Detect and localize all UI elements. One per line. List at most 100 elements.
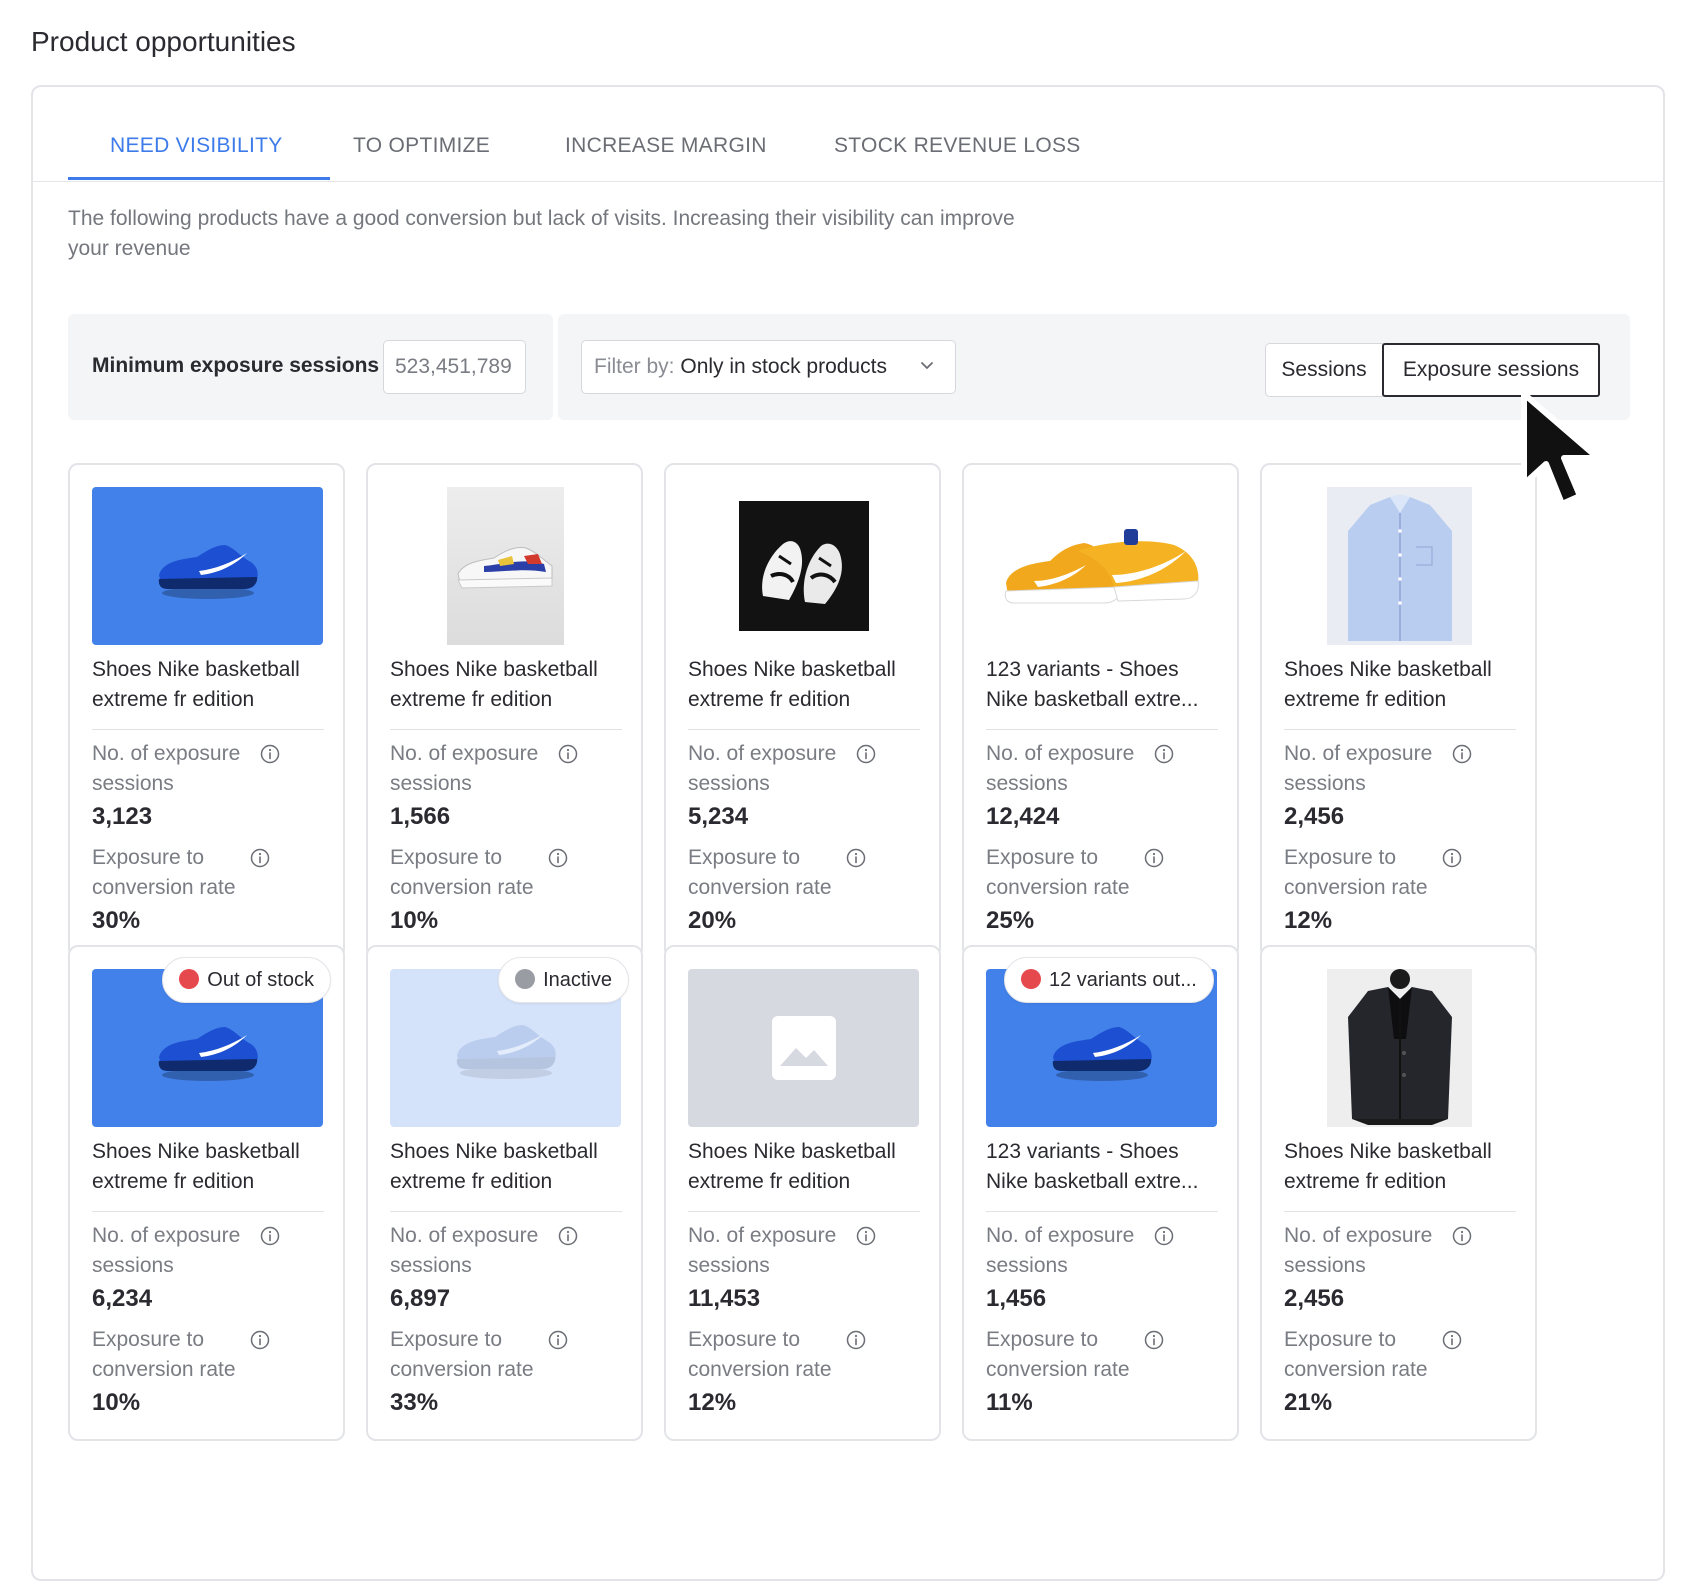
black-coat-image <box>1284 969 1515 1127</box>
exposure-sessions-label: No. of exposure sessions <box>92 742 241 795</box>
product-card[interactable]: Shoes Nike basketball extreme fr edition… <box>68 463 345 959</box>
conversion-rate-value: 30% <box>92 907 141 934</box>
conversion-rate-label: Exposure to conversion rate <box>92 1328 236 1381</box>
info-icon[interactable] <box>558 744 578 764</box>
product-name-text: Shoes Nike basketball extreme fr edition <box>92 1140 300 1193</box>
card-divider <box>92 729 324 730</box>
product-name-text: Shoes Nike basketball extreme fr edition <box>390 658 598 711</box>
product-card[interactable]: Shoes Nike basketball extreme fr edition… <box>664 945 941 1441</box>
product-card[interactable]: 123 variants - Shoes Nike basketball ext… <box>962 463 1239 959</box>
sessions-toggle-button[interactable]: Sessions <box>1265 343 1383 397</box>
info-icon[interactable] <box>1452 1226 1472 1246</box>
status-dot-icon <box>179 969 200 989</box>
product-card[interactable]: Shoes Nike basketball extreme fr edition… <box>366 463 643 959</box>
product-card[interactable]: 12 variants out... 123 variants - Shoes N… <box>962 945 1239 1441</box>
exposure-sessions-value: 2,456 <box>1284 803 1345 830</box>
info-icon[interactable] <box>250 1330 270 1350</box>
conversion-rate-value: 10% <box>92 1389 141 1416</box>
product-name-text: Shoes Nike basketball extreme fr edition <box>688 658 896 711</box>
tab-increase-margin[interactable]: INCREASE MARGIN <box>565 134 767 158</box>
info-icon[interactable] <box>846 848 866 868</box>
tab-bar: NEED VISIBILITY TO OPTIMIZE INCREASE MAR… <box>33 87 1663 182</box>
info-icon[interactable] <box>1144 1330 1164 1350</box>
product-name: Shoes Nike basketball extreme fr edition <box>92 1137 324 1197</box>
conversion-rate-label: Exposure to conversion rate <box>1284 1328 1428 1381</box>
card-divider <box>390 1211 622 1212</box>
product-name: Shoes Nike basketball extreme fr edition <box>390 1137 622 1197</box>
product-name: Shoes Nike basketball extreme fr edition <box>1284 1137 1516 1197</box>
exposure-sessions-value: 11,453 <box>688 1285 761 1312</box>
min-exposure-section: Minimum exposure sessions <box>68 314 553 420</box>
min-exposure-label: Minimum exposure sessions <box>92 354 380 377</box>
product-card[interactable]: Shoes Nike basketball extreme fr edition… <box>664 463 941 959</box>
conversion-rate-label: Exposure to conversion rate <box>688 846 832 899</box>
exposure-sessions-value: 1,456 <box>986 1285 1047 1312</box>
card-divider <box>986 729 1218 730</box>
product-thumbnail <box>1284 487 1515 645</box>
info-icon[interactable] <box>856 1226 876 1246</box>
exposure-sessions-value: 3,123 <box>92 803 153 830</box>
conversion-rate-label: Exposure to conversion rate <box>688 1328 832 1381</box>
info-icon[interactable] <box>548 1330 568 1350</box>
exposure-sessions-label: No. of exposure sessions <box>688 742 837 795</box>
tab-stock-revenue-loss[interactable]: STOCK REVENUE LOSS <box>834 134 1081 158</box>
product-name-text: Shoes Nike basketball extreme fr edition <box>92 658 300 711</box>
conversion-rate-label: Exposure to conversion rate <box>986 1328 1130 1381</box>
variant-count: 123 variants <box>986 658 1101 681</box>
info-icon[interactable] <box>1144 848 1164 868</box>
card-divider <box>92 1211 324 1212</box>
exposure-sessions-value: 5,234 <box>688 803 749 830</box>
conversion-rate-value: 10% <box>390 907 439 934</box>
conversion-rate-value: 21% <box>1284 1389 1333 1416</box>
tab-to-optimize[interactable]: TO OPTIMIZE <box>353 134 490 158</box>
exposure-sessions-label: No. of exposure sessions <box>92 1224 241 1277</box>
product-card[interactable]: Out of stock Shoes Nike basketball extrem… <box>68 945 345 1441</box>
min-exposure-input[interactable] <box>383 340 526 394</box>
tab-need-visibility[interactable]: NEED VISIBILITY <box>110 134 283 158</box>
card-divider <box>688 729 920 730</box>
black-sneaker-image <box>688 487 919 645</box>
exposure-sessions-value: 1,566 <box>390 803 451 830</box>
info-icon[interactable] <box>856 744 876 764</box>
info-icon[interactable] <box>260 744 280 764</box>
exposure-sessions-label: No. of exposure sessions <box>390 742 539 795</box>
filter-value: Only in stock products <box>680 355 887 378</box>
status-dot-icon <box>515 969 536 989</box>
info-icon[interactable] <box>846 1330 866 1350</box>
filter-section: Filter by: Only in stock products Sessio… <box>558 314 1630 420</box>
product-card[interactable]: Shoes Nike basketball extreme fr edition… <box>1260 463 1537 959</box>
info-icon[interactable] <box>1154 1226 1174 1246</box>
conversion-rate-value: 12% <box>1284 907 1333 934</box>
status-badge: Out of stock <box>162 957 331 1003</box>
filter-bar: Minimum exposure sessions Filter by: Onl… <box>68 314 1630 420</box>
variant-count: 123 variants <box>986 1140 1101 1163</box>
filter-dropdown[interactable]: Filter by: Only in stock products <box>581 340 956 394</box>
conversion-rate-label: Exposure to conversion rate <box>1284 846 1428 899</box>
product-card[interactable]: Shoes Nike basketball extreme fr edition… <box>1260 945 1537 1441</box>
info-icon[interactable] <box>558 1226 578 1246</box>
product-thumbnail <box>1284 969 1515 1127</box>
product-thumbnail <box>390 487 621 645</box>
info-icon[interactable] <box>1442 848 1462 868</box>
product-card[interactable]: Inactive Shoes Nike basketball extreme fr… <box>366 945 643 1441</box>
exposure-sessions-label: No. of exposure sessions <box>986 1224 1135 1277</box>
exposure-sessions-value: 6,234 <box>92 1285 153 1312</box>
product-thumbnail <box>92 487 323 645</box>
product-name: Shoes Nike basketball extreme fr edition <box>390 655 622 715</box>
exposure-sessions-value: 6,897 <box>390 1285 451 1312</box>
exposure-sessions-label: No. of exposure sessions <box>986 742 1135 795</box>
info-icon[interactable] <box>1452 744 1472 764</box>
info-icon[interactable] <box>260 1226 280 1246</box>
info-icon[interactable] <box>548 848 568 868</box>
info-icon[interactable] <box>1442 1330 1462 1350</box>
product-thumbnail <box>986 487 1217 645</box>
info-icon[interactable] <box>1154 744 1174 764</box>
blue-sneaker-image <box>92 487 323 645</box>
conversion-rate-label: Exposure to conversion rate <box>92 846 236 899</box>
product-name: Shoes Nike basketball extreme fr edition <box>1284 655 1516 715</box>
mouse-cursor-icon <box>1521 391 1601 507</box>
blue-shirt-image <box>1284 487 1515 645</box>
exposure-sessions-label: No. of exposure sessions <box>1284 742 1433 795</box>
product-name: 123 variants - Shoes Nike basketball ext… <box>986 655 1218 715</box>
info-icon[interactable] <box>250 848 270 868</box>
